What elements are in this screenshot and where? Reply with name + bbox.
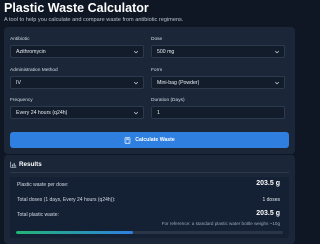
duration-input[interactable]: 1 xyxy=(151,106,285,119)
total-waste-row: Total plastic waste: 203.5 g For referen… xyxy=(10,207,289,238)
dose-value: 500 mg xyxy=(157,49,175,55)
chevron-down-icon xyxy=(133,111,139,115)
chevron-down-icon xyxy=(133,81,139,85)
calculator-page: Plastic Waste Calculator A tool to help … xyxy=(0,0,299,244)
waste-progress-bar xyxy=(16,231,283,234)
form-select[interactable]: Mini-bag (Powder) xyxy=(151,76,285,89)
calculate-waste-button[interactable]: Calculate Waste xyxy=(10,132,289,148)
calculate-waste-label: Calculate Waste xyxy=(135,137,175,143)
waste-progress-fill xyxy=(16,231,134,234)
per-dose-label: Plastic waste per dose: xyxy=(17,182,69,188)
results-title: Results xyxy=(19,161,42,168)
form-label: Form xyxy=(151,68,163,73)
chevron-down-icon xyxy=(274,81,280,85)
administration-method-label: Administration Method xyxy=(10,68,58,73)
calculator-icon xyxy=(124,136,131,144)
dose-label: Dose xyxy=(151,37,163,42)
total-doses-label: Total doses (1 days, Every 24 hours (q24… xyxy=(17,197,116,203)
chevron-down-icon xyxy=(133,50,139,54)
reference-note: For reference: a standard plastic water … xyxy=(161,221,280,226)
page-subtitle: A tool to help you calculate and compare… xyxy=(4,17,184,23)
duration-label: Duration (Days) xyxy=(151,98,185,103)
per-dose-row: Plastic waste per dose: 203.5 g xyxy=(10,177,289,192)
total-doses-row: Total doses (1 days, Every 24 hours (q24… xyxy=(10,192,289,207)
dose-select[interactable]: 500 mg xyxy=(151,45,285,58)
per-dose-value: 203.5 g xyxy=(256,180,280,187)
administration-method-select[interactable]: IV xyxy=(10,76,144,89)
antibiotic-value: Azithromycin xyxy=(16,49,46,55)
administration-method-value: IV xyxy=(16,80,21,86)
frequency-value: Every 24 hours (q24h) xyxy=(16,110,68,116)
duration-value: 1 xyxy=(157,110,160,116)
page-title: Plastic Waste Calculator xyxy=(4,1,149,15)
form-value: Mini-bag (Powder) xyxy=(157,80,200,86)
frequency-select[interactable]: Every 24 hours (q24h) xyxy=(10,106,144,119)
antibiotic-select[interactable]: Azithromycin xyxy=(10,45,144,58)
results-divider xyxy=(10,172,289,173)
total-waste-value: 203.5 g xyxy=(256,210,280,217)
chart-icon xyxy=(10,161,17,168)
total-doses-value: 1 doses xyxy=(262,197,280,203)
total-waste-label: Total plastic waste: xyxy=(17,212,59,218)
frequency-label: Frequency xyxy=(10,98,33,103)
antibiotic-label: Antibiotic xyxy=(10,37,30,42)
chevron-down-icon xyxy=(274,50,280,54)
